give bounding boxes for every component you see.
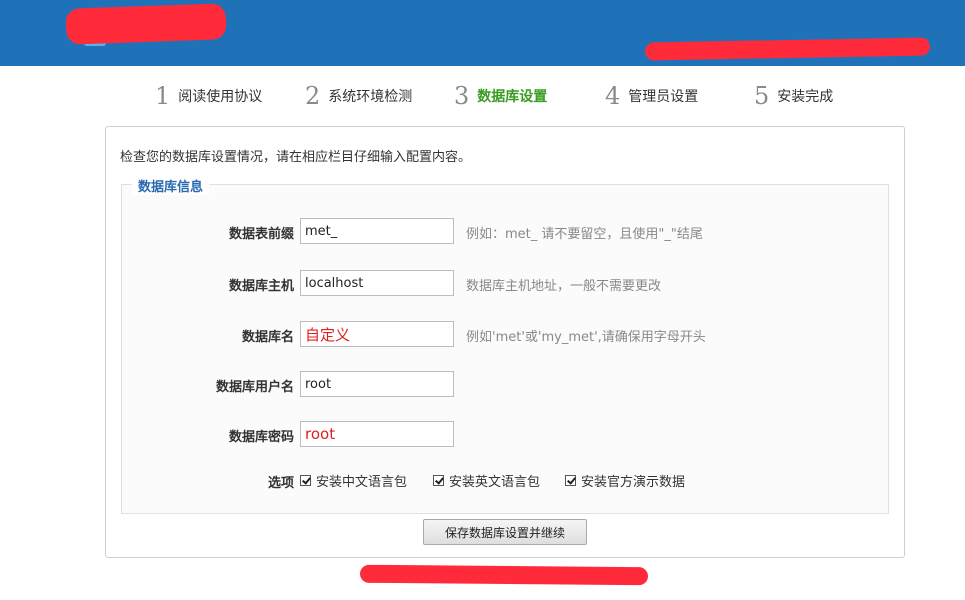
db-password-input[interactable] xyxy=(300,421,454,447)
step-number: 4 xyxy=(605,82,621,110)
option-demo-data[interactable]: 安装官方演示数据 xyxy=(565,471,685,490)
db-host-input[interactable] xyxy=(300,270,454,296)
field-row-db-password: 数据库密码 xyxy=(122,421,888,449)
step-label: 安装完成 xyxy=(777,89,834,105)
field-row-db-host: 数据库主机 数据库主机地址，一般不需要更改 xyxy=(122,270,888,298)
field-label: 数据表前缀 xyxy=(228,227,294,242)
options-row: 选项 安装中文语言包 安装英文语言包 安装官方演示数据 xyxy=(122,469,888,491)
step-label: 数据库设置 xyxy=(477,89,548,105)
step-1: 1 阅读使用协议 xyxy=(155,78,262,114)
install-steps: 1 阅读使用协议 2 系统环境检测 3 数据库设置 4 管理员设置 5 安装完成 xyxy=(0,78,965,114)
step-number: 1 xyxy=(155,82,171,110)
step-label: 管理员设置 xyxy=(628,89,699,105)
step-3: 3 数据库设置 xyxy=(454,78,547,114)
option-label: 安装中文语言包 xyxy=(316,475,408,490)
step-2: 2 系统环境检测 xyxy=(305,78,412,114)
step-number: 3 xyxy=(454,82,470,110)
step-5: 5 安装完成 xyxy=(754,78,833,114)
redacted-logo xyxy=(65,3,227,45)
step-number: 2 xyxy=(305,82,321,110)
redacted-footer xyxy=(359,564,649,586)
option-label: 安装英文语言包 xyxy=(449,475,541,490)
fieldset-legend: 数据库信息 xyxy=(132,176,210,195)
table-prefix-input[interactable] xyxy=(300,218,454,244)
db-user-input[interactable] xyxy=(300,371,454,397)
field-hint: 数据库主机地址，一般不需要更改 xyxy=(466,279,662,294)
step-4: 4 管理员设置 xyxy=(605,78,698,114)
option-english-language[interactable]: 安装英文语言包 xyxy=(433,471,540,490)
field-label: 数据库密码 xyxy=(228,430,294,445)
save-and-continue-button[interactable]: 保存数据库设置并继续 xyxy=(423,519,587,545)
options-label: 选项 xyxy=(267,476,294,491)
field-label: 数据库名 xyxy=(241,330,294,345)
field-hint: 例如：met_ 请不要留空，且使用"_"结尾 xyxy=(466,227,703,242)
step-number: 5 xyxy=(754,82,770,110)
field-row-table-prefix: 数据表前缀 例如：met_ 请不要留空，且使用"_"结尾 xyxy=(122,218,888,246)
field-hint: 例如'met'或'my_met',请确保用字母开头 xyxy=(466,330,706,345)
checkbox-checked-icon[interactable] xyxy=(565,475,576,486)
step-label: 阅读使用协议 xyxy=(178,89,263,105)
header-bar xyxy=(0,0,965,66)
database-settings-panel: 检查您的数据库设置情况，请在相应栏目仔细输入配置内容。 数据库信息 数据表前缀 … xyxy=(105,126,905,558)
database-info-fieldset: 数据库信息 数据表前缀 例如：met_ 请不要留空，且使用"_"结尾 数据库主机… xyxy=(121,176,889,514)
step-label: 系统环境检测 xyxy=(328,89,413,105)
redacted-header-links xyxy=(644,37,931,61)
option-chinese-language[interactable]: 安装中文语言包 xyxy=(300,471,407,490)
intro-text: 检查您的数据库设置情况，请在相应栏目仔细输入配置内容。 xyxy=(120,150,472,165)
checkbox-checked-icon[interactable] xyxy=(433,475,444,486)
field-label: 数据库主机 xyxy=(228,279,294,294)
option-label: 安装官方演示数据 xyxy=(581,475,686,490)
field-row-db-user: 数据库用户名 xyxy=(122,371,888,399)
db-name-input[interactable] xyxy=(300,321,454,347)
checkbox-checked-icon[interactable] xyxy=(300,475,311,486)
field-row-db-name: 数据库名 例如'met'或'my_met',请确保用字母开头 xyxy=(122,321,888,349)
field-label: 数据库用户名 xyxy=(215,380,294,395)
